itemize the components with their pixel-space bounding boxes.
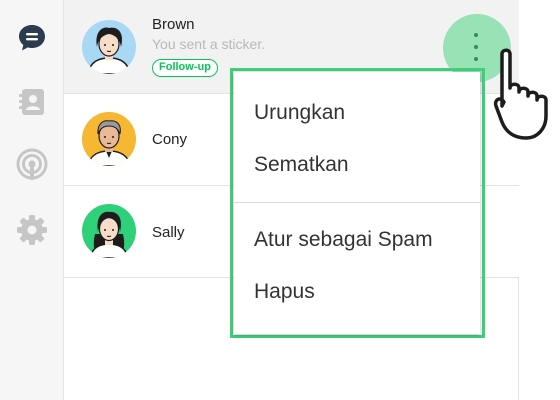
menu-divider bbox=[234, 202, 480, 203]
chat-name: Sally bbox=[152, 224, 185, 241]
avatar bbox=[82, 20, 136, 74]
sidebar-nav bbox=[0, 0, 64, 400]
menu-item-mark-spam[interactable]: Atur sebagai Spam bbox=[254, 228, 433, 252]
menu-item-undo[interactable]: Urungkan bbox=[254, 101, 345, 125]
kebab-dot bbox=[474, 45, 478, 49]
hand-pointer-icon bbox=[493, 48, 548, 140]
sidebar-item-chats[interactable] bbox=[12, 18, 52, 58]
broadcast-icon bbox=[16, 148, 48, 180]
kebab-dot bbox=[474, 33, 478, 37]
menu-item-delete[interactable]: Hapus bbox=[254, 280, 315, 304]
avatar-sally-image bbox=[82, 204, 136, 258]
avatar-brown-image bbox=[82, 20, 136, 74]
chat-name: Cony bbox=[152, 131, 188, 148]
avatar-cony-image bbox=[82, 112, 136, 166]
sidebar-item-contacts[interactable] bbox=[12, 82, 52, 122]
kebab-dot bbox=[474, 57, 478, 61]
gear-icon bbox=[17, 215, 47, 245]
sidebar-item-settings[interactable] bbox=[12, 210, 52, 250]
follow-up-badge: Follow-up bbox=[152, 59, 218, 77]
chat-preview: You sent a sticker. bbox=[152, 36, 266, 52]
sidebar-item-broadcast[interactable] bbox=[12, 144, 52, 184]
contacts-icon bbox=[19, 89, 44, 115]
chat-name: Brown bbox=[152, 16, 195, 33]
menu-item-pin[interactable]: Sematkan bbox=[254, 153, 349, 177]
avatar bbox=[82, 204, 136, 258]
avatar bbox=[82, 112, 136, 166]
context-menu: Urungkan Sematkan Atur sebagai Spam Hapu… bbox=[234, 72, 480, 334]
more-options-button[interactable] bbox=[466, 30, 486, 64]
chat-bubble-icon bbox=[19, 25, 45, 51]
